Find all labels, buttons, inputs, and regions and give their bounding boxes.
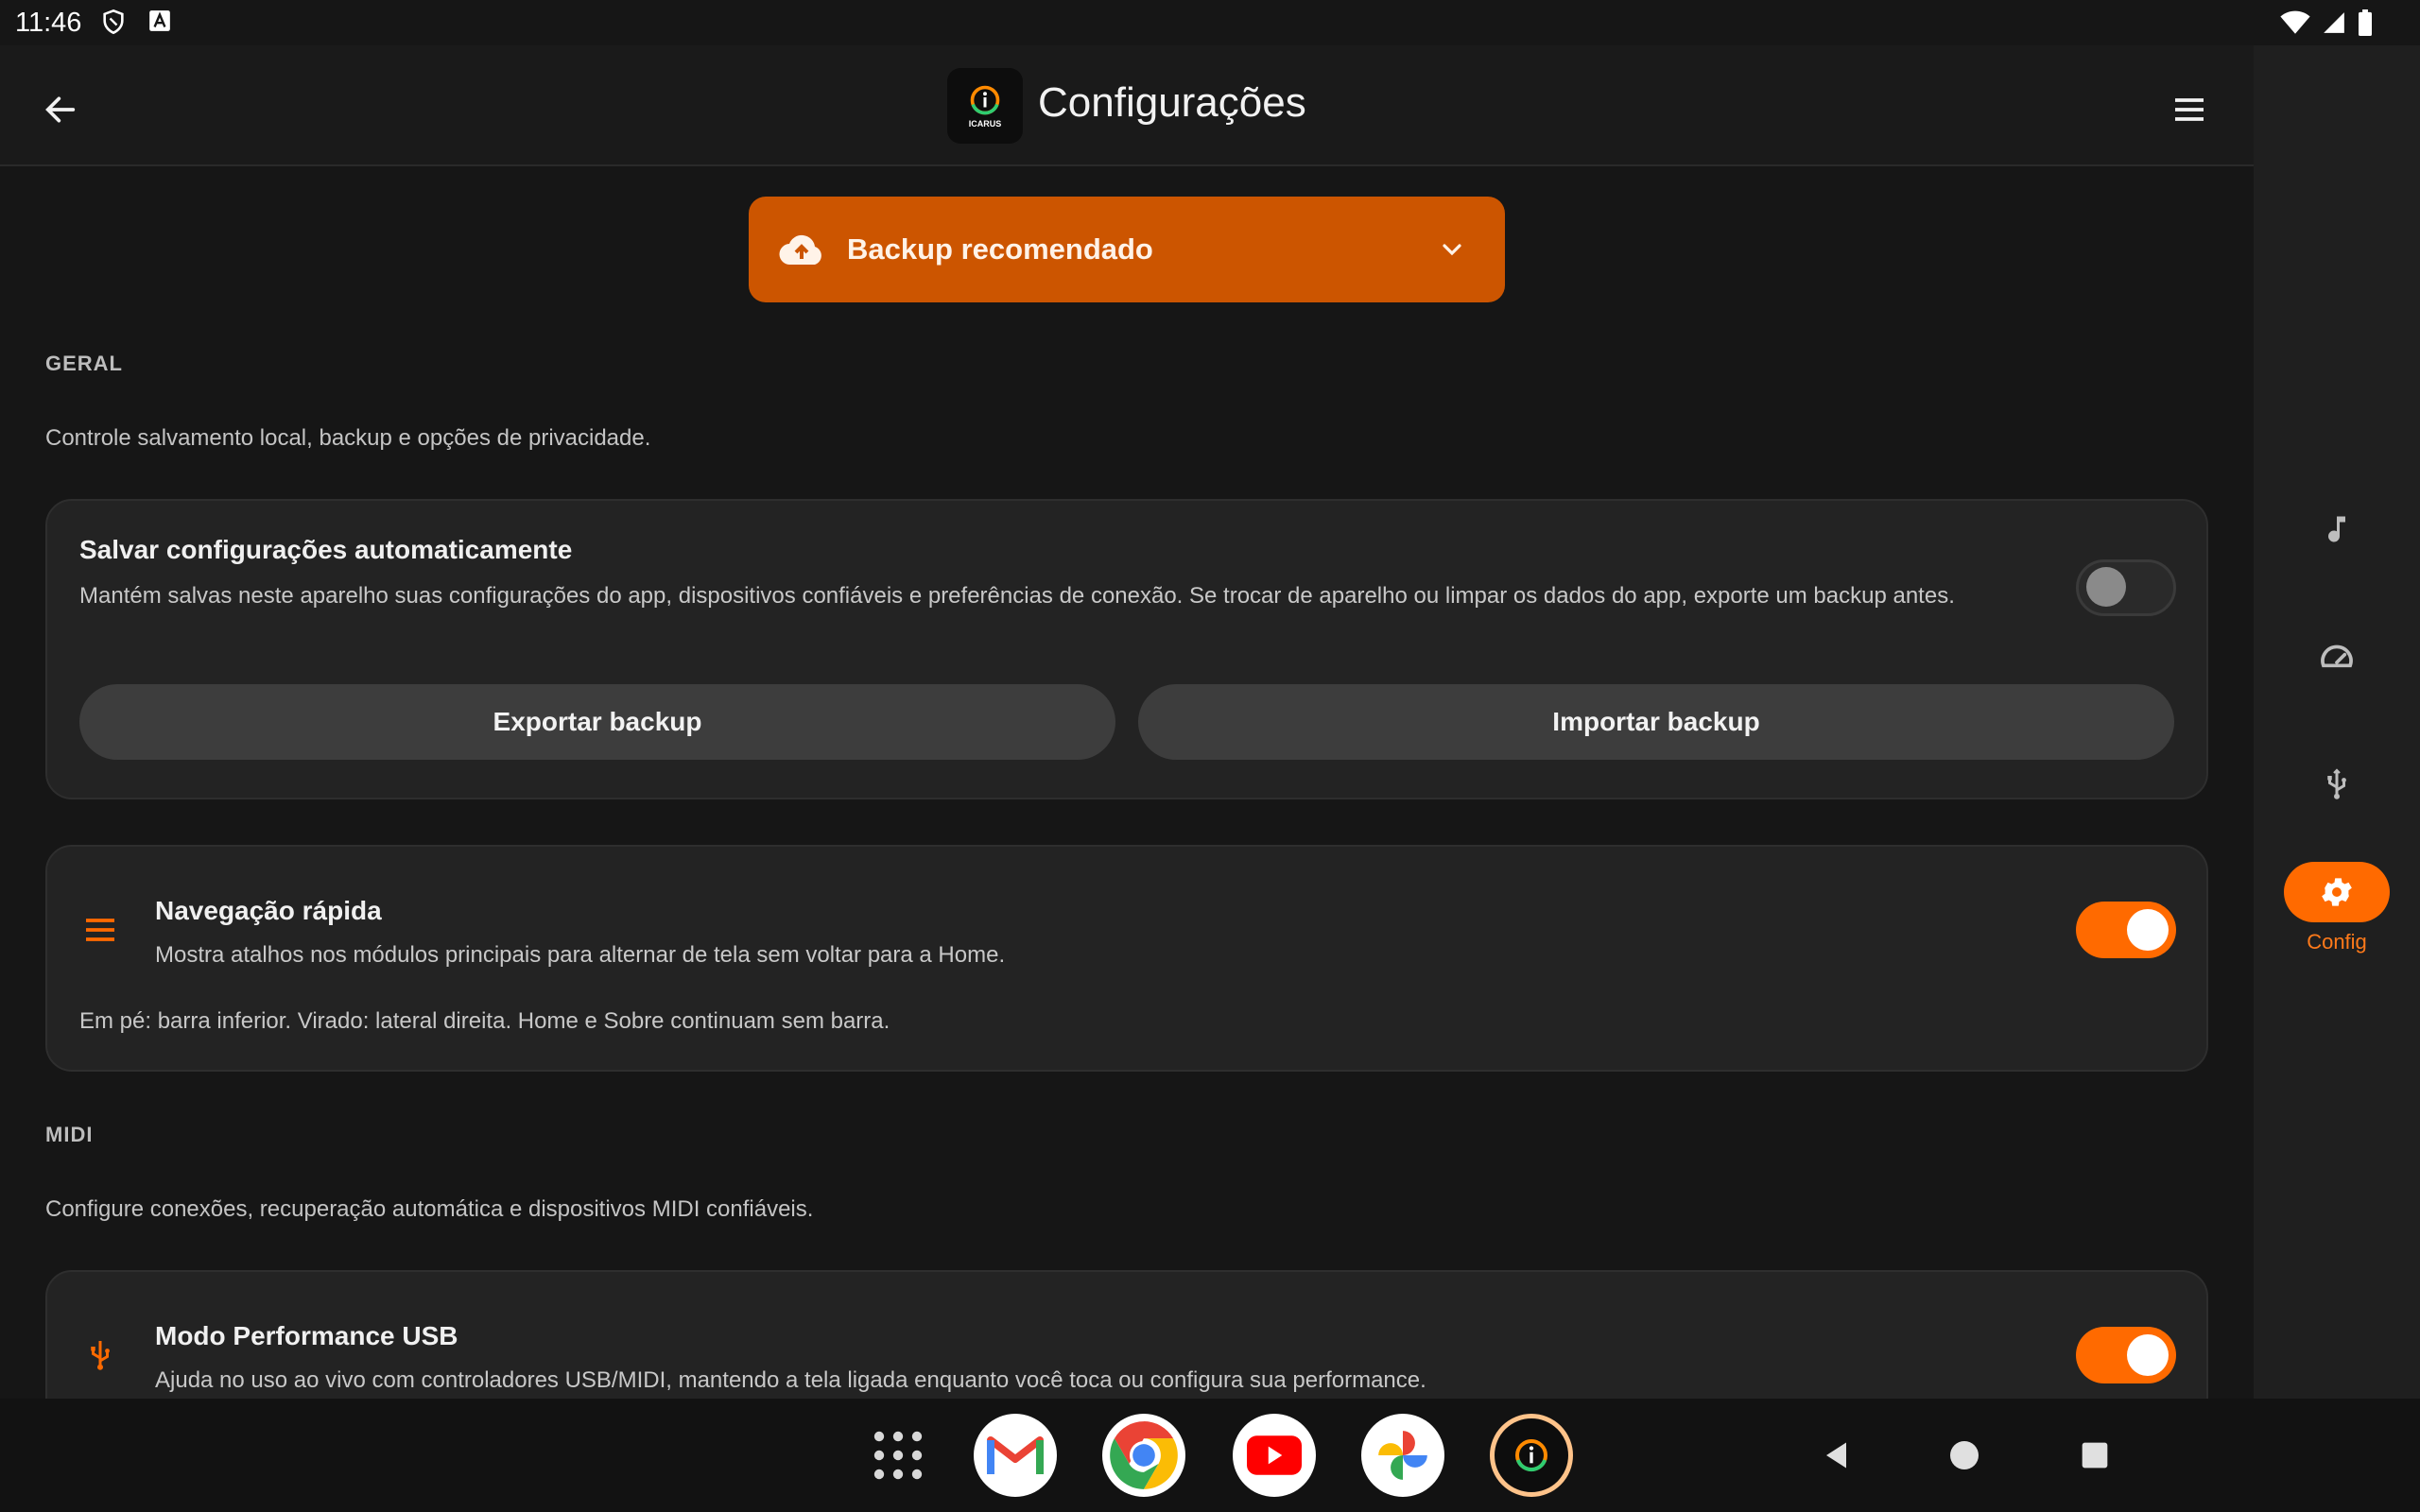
rail-label-config: Config (2307, 930, 2367, 954)
status-time: 11:46 (15, 8, 82, 38)
quick-navigation-title: Navegação rápida (155, 896, 382, 925)
cellular-signal-icon (2322, 10, 2346, 40)
icarus-app-icon[interactable] (1490, 1414, 1573, 1497)
quick-navigation-note: Em pé: barra inferior. Virado: lateral d… (79, 1008, 890, 1034)
app-bar: ICARUS Configurações (0, 45, 2254, 166)
rail-item-config[interactable]: Config (2254, 862, 2420, 954)
shield-icon (100, 9, 127, 35)
rail-item-usb[interactable] (2254, 754, 2420, 815)
app-logo: ICARUS (947, 68, 1023, 144)
youtube-app-icon[interactable] (1233, 1414, 1316, 1497)
section-description-midi: Configure conexões, recuperação automáti… (45, 1196, 814, 1222)
import-backup-button[interactable]: Importar backup (1138, 684, 2174, 760)
autosave-description: Mantém salvas neste aparelho suas config… (79, 583, 1955, 609)
photos-app-icon[interactable] (1361, 1414, 1444, 1497)
icarus-logo-icon (970, 85, 1000, 115)
usb-icon (91, 1341, 110, 1370)
backup-banner[interactable]: Backup recomendado (749, 197, 1505, 302)
battery-icon (2358, 9, 2373, 41)
rail-item-speed[interactable] (2254, 627, 2420, 688)
quick-navigation-card: Navegação rápida Mostra atalhos nos módu… (45, 845, 2208, 1072)
quick-navigation-description: Mostra atalhos nos módulos principais pa… (155, 942, 1006, 968)
autosave-card: Salvar configurações automaticamente Man… (45, 499, 2208, 799)
triangle-back-icon (1826, 1442, 1846, 1469)
autosave-toggle[interactable] (2076, 559, 2176, 616)
app-notification-icon (147, 9, 174, 35)
nav-home-button[interactable] (1940, 1431, 1989, 1480)
usb-performance-description: Ajuda no uso ao vivo com controladores U… (155, 1367, 1426, 1393)
gear-icon (2322, 878, 2352, 906)
icarus-logo-icon (1515, 1439, 1547, 1472)
chrome-app-icon[interactable] (1102, 1414, 1185, 1497)
usb-performance-toggle[interactable] (2076, 1327, 2176, 1383)
speedometer-icon (2321, 644, 2353, 668)
usb-icon (2327, 768, 2346, 799)
autosave-title: Salvar configurações automaticamente (79, 535, 573, 564)
photos-pinwheel-icon (1378, 1431, 1427, 1480)
section-label-general: GERAL (45, 352, 123, 375)
app-drawer-button[interactable] (856, 1414, 940, 1497)
square-recents-icon (2082, 1442, 2108, 1469)
rail-item-music[interactable] (2254, 499, 2420, 559)
nav-back-button[interactable] (1813, 1431, 1862, 1480)
section-description-general: Controle salvamento local, backup e opçõ… (45, 425, 651, 451)
gmail-icon (987, 1436, 1044, 1474)
app-grid-icon (873, 1431, 923, 1480)
navigation-rail: Config (2254, 45, 2420, 1399)
page-title: Configurações (1038, 79, 1306, 126)
youtube-icon (1247, 1435, 1302, 1475)
logo-text: ICARUS (968, 119, 1002, 129)
menu-lines-icon (86, 919, 114, 941)
wifi-icon (2280, 10, 2310, 40)
chrome-icon (1110, 1421, 1178, 1489)
section-label-midi: MIDI (45, 1123, 94, 1146)
status-bar: 11:46 (0, 0, 2420, 45)
cloud-upload-icon (779, 234, 821, 266)
backup-banner-title: Backup recomendado (847, 232, 1153, 266)
back-button[interactable] (34, 83, 87, 136)
arrow-back-icon (45, 96, 76, 123)
taskbar (0, 1399, 2420, 1512)
quick-navigation-toggle[interactable] (2076, 902, 2176, 958)
usb-performance-title: Modo Performance USB (155, 1321, 458, 1350)
nav-recents-button[interactable] (2070, 1431, 2119, 1480)
export-backup-button[interactable]: Exportar backup (79, 684, 1115, 760)
settings-content: Backup recomendado GERAL Controle salvam… (0, 168, 2254, 1399)
music-note-icon (2328, 516, 2345, 542)
usb-performance-card: Modo Performance USB Ajuda no uso ao viv… (45, 1270, 2208, 1399)
menu-button[interactable] (2163, 83, 2216, 136)
gmail-app-icon[interactable] (974, 1414, 1057, 1497)
chevron-down-icon[interactable] (1437, 234, 1467, 265)
circle-home-icon (1950, 1441, 1979, 1469)
hamburger-menu-icon (2175, 98, 2204, 121)
